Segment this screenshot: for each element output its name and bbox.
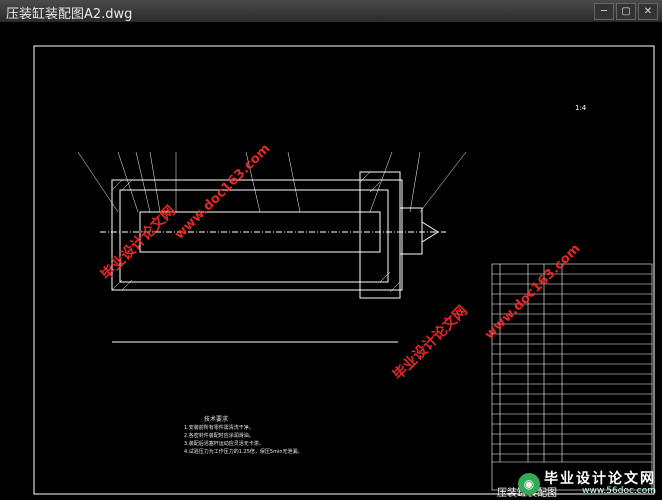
technical-notes: 技术要求 1.安装前所有零件需清洗干净。 2.各密封件装配时应涂润滑油。 3.装…: [184, 416, 303, 456]
note-line: 2.各密封件装配时应涂润滑油。: [184, 433, 254, 439]
notes-heading: 技术要求: [204, 416, 229, 423]
leader-lines: [77, 151, 467, 213]
cylinder-inner: [119, 189, 389, 283]
drawing-canvas[interactable]: 1:4 技术要求 1.安装前所有零件需清洗干净。 2.各密封件装配时应涂润滑油。…: [0, 22, 662, 500]
note-line: 4.试验压力为工作压力的1.25倍，保压5min无泄漏。: [184, 449, 303, 455]
footer-text: 毕业设计论文网: [544, 471, 656, 487]
rod-end: [399, 207, 423, 255]
minimize-button[interactable]: ─: [594, 3, 614, 20]
window-title: 压装缸装配图A2.dwg: [6, 7, 133, 22]
note-line: 3.装配后活塞杆运动应灵活无卡滞。: [184, 441, 264, 447]
footer-logo: ◉ 毕业设计论文网 www.56doc.com: [518, 472, 656, 496]
window-titlebar: 压装缸装配图A2.dwg ─ ▢ ✕: [0, 0, 662, 23]
cylinder-assembly: [100, 171, 446, 343]
scale-label: 1:4: [575, 104, 587, 112]
logo-icon: ◉: [518, 473, 540, 495]
window-controls: ─ ▢ ✕: [594, 3, 658, 20]
footer-url: www.56doc.com: [582, 486, 656, 496]
close-button[interactable]: ✕: [638, 3, 658, 20]
maximize-button[interactable]: ▢: [616, 3, 636, 20]
note-line: 1.安装前所有零件需清洗干净。: [184, 425, 254, 431]
